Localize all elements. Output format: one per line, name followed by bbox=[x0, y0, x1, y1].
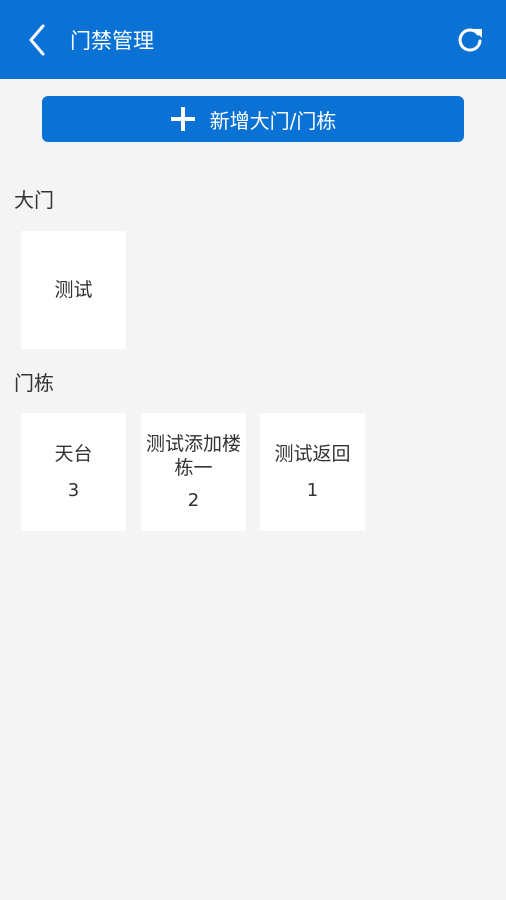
gates-section-label: 大门 bbox=[14, 188, 54, 212]
back-button[interactable] bbox=[22, 22, 52, 58]
gate-card[interactable]: 测试 bbox=[21, 231, 126, 349]
building-card-name: 测试添加楼栋一 bbox=[145, 433, 241, 479]
building-card-count: 2 bbox=[187, 490, 200, 511]
buildings-section-label: 门栋 bbox=[14, 371, 54, 395]
plus-icon bbox=[170, 106, 196, 132]
building-card[interactable]: 天台 3 bbox=[21, 413, 126, 531]
page-title: 门禁管理 bbox=[70, 29, 154, 53]
building-card-count: 1 bbox=[306, 480, 319, 501]
chevron-left-icon bbox=[29, 24, 45, 56]
building-card-name: 天台 bbox=[54, 443, 93, 465]
refresh-icon bbox=[458, 28, 482, 52]
add-gate-label: 新增大门/门栋 bbox=[209, 108, 337, 133]
building-card-count: 3 bbox=[67, 480, 80, 501]
app-header: 门禁管理 bbox=[0, 0, 506, 79]
gate-card-name: 测试 bbox=[54, 279, 93, 301]
refresh-button[interactable] bbox=[454, 24, 486, 56]
building-card[interactable]: 测试添加楼栋一 2 bbox=[141, 413, 246, 531]
building-card-name: 测试返回 bbox=[274, 443, 351, 465]
add-gate-button[interactable]: 新增大门/门栋 bbox=[42, 96, 464, 142]
building-card[interactable]: 测试返回 1 bbox=[260, 413, 365, 531]
